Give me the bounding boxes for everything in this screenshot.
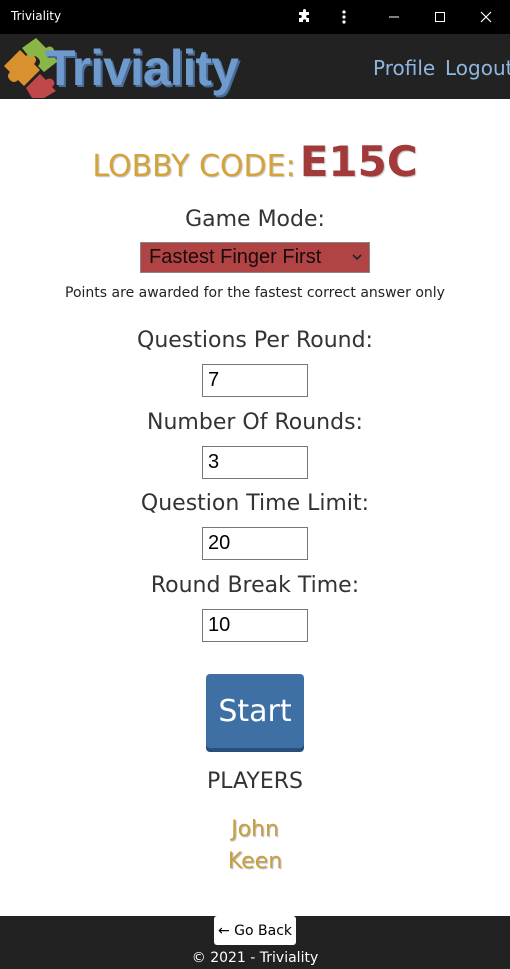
game-mode-selected-value: Fastest Finger First: [149, 246, 322, 268]
start-button[interactable]: Start: [206, 674, 304, 748]
app-window: Triviality Triviality Profile Logout LOB…: [0, 0, 510, 969]
lobby-code-value: E15C: [299, 137, 418, 186]
more-icon[interactable]: [321, 0, 367, 34]
go-back-button[interactable]: ← Go Back: [214, 916, 296, 945]
copyright-text: © 2021 - Triviality: [191, 950, 319, 966]
player-name: Keen: [227, 849, 283, 874]
minimize-icon[interactable]: [371, 0, 417, 34]
lobby-code-label: LOBBY CODE:: [92, 149, 296, 184]
lobby-main: LOBBY CODE:E15C Game Mode: Fastest Finge…: [0, 99, 510, 916]
questions-per-round-input[interactable]: 7: [202, 364, 308, 397]
game-mode-select[interactable]: Fastest Finger First: [140, 242, 370, 273]
chevron-down-icon: [351, 243, 363, 283]
questions-per-round-label: Questions Per Round:: [137, 328, 373, 353]
number-of-rounds-input[interactable]: 3: [202, 446, 308, 479]
round-break-time-label: Round Break Time:: [150, 573, 360, 598]
logo-wordmark: Triviality: [45, 40, 239, 96]
window-titlebar: Triviality: [0, 0, 510, 34]
lobby-code-heading: LOBBY CODE:E15C: [0, 137, 510, 186]
app-header: Triviality Profile Logout: [0, 34, 510, 99]
player-name: John: [231, 817, 279, 842]
game-mode-description: Points are awarded for the fastest corre…: [65, 285, 445, 301]
question-time-limit-input[interactable]: 20: [202, 527, 308, 560]
close-icon[interactable]: [463, 0, 509, 34]
page-footer: ← Go Back © 2021 - Triviality: [0, 916, 510, 969]
nav-profile-link[interactable]: Profile: [373, 56, 435, 80]
window-title: Triviality: [11, 9, 62, 23]
number-of-rounds-label: Number Of Rounds:: [147, 410, 363, 435]
nav-logout-link[interactable]: Logout: [445, 56, 510, 80]
maximize-icon[interactable]: [417, 0, 463, 34]
site-logo[interactable]: Triviality: [2, 36, 239, 98]
question-time-limit-label: Question Time Limit:: [140, 491, 370, 516]
game-mode-label: Game Mode:: [185, 207, 325, 232]
players-heading: PLAYERS: [207, 769, 303, 794]
round-break-time-input[interactable]: 10: [202, 609, 308, 642]
